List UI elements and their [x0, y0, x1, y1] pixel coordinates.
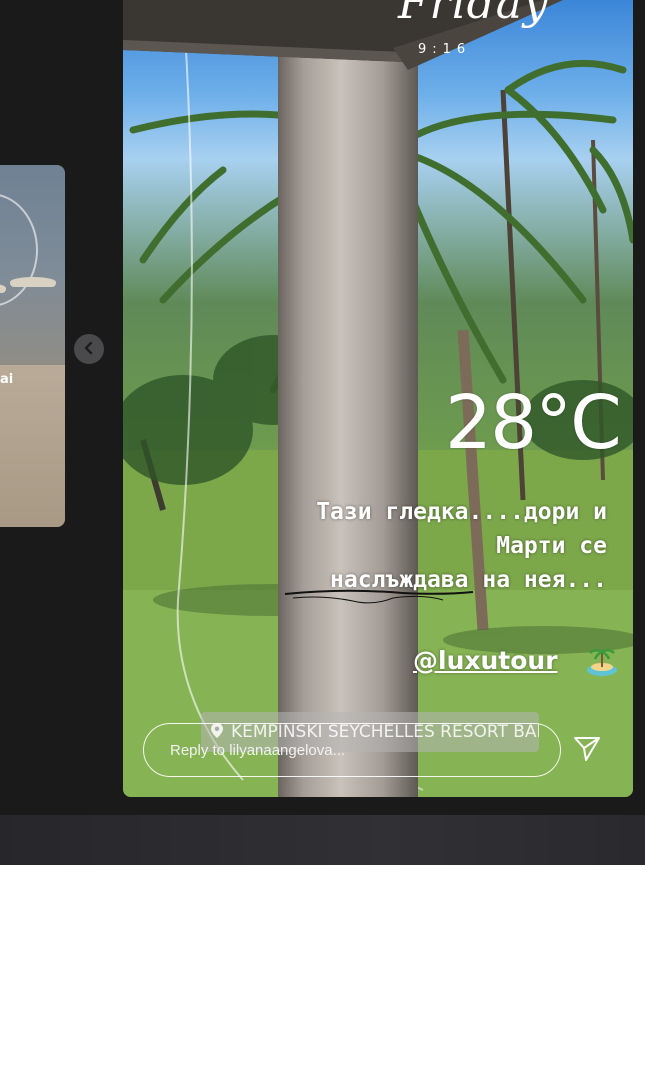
island-sticker-icon: [587, 649, 617, 676]
previous-story-label: ai: [0, 372, 14, 387]
paper-plane-icon: [573, 736, 601, 766]
previous-story-preview[interactable]: [0, 165, 65, 527]
previous-story-button[interactable]: [74, 334, 104, 364]
story-media[interactable]: Friday 9:16 28°C Тази гледка....дори и М…: [123, 0, 633, 797]
time-label: 9:16: [418, 42, 472, 57]
beach-umbrella: [10, 277, 56, 287]
veranda-pillar: [278, 0, 418, 797]
roof-eave: [123, 0, 563, 70]
bottom-bar: [0, 815, 645, 865]
mention-sticker[interactable]: @luxutour: [413, 646, 558, 675]
caption-line: Тази гледка....дори и: [316, 499, 607, 525]
caption-line: Марти се: [496, 533, 607, 559]
temperature-sticker: 28°C: [445, 380, 622, 466]
underline-scribble: [284, 589, 474, 604]
chevron-left-icon: [82, 339, 96, 360]
story-viewer: ai Friday 9:16 28°C Тази гледка....дори …: [0, 0, 645, 815]
sand-area: [0, 365, 65, 527]
day-label: Friday: [398, 0, 549, 29]
send-button[interactable]: [569, 734, 605, 768]
story-caption: Тази гледка....дори и Марти се наслъждав…: [247, 495, 607, 597]
reply-input[interactable]: [143, 723, 561, 777]
